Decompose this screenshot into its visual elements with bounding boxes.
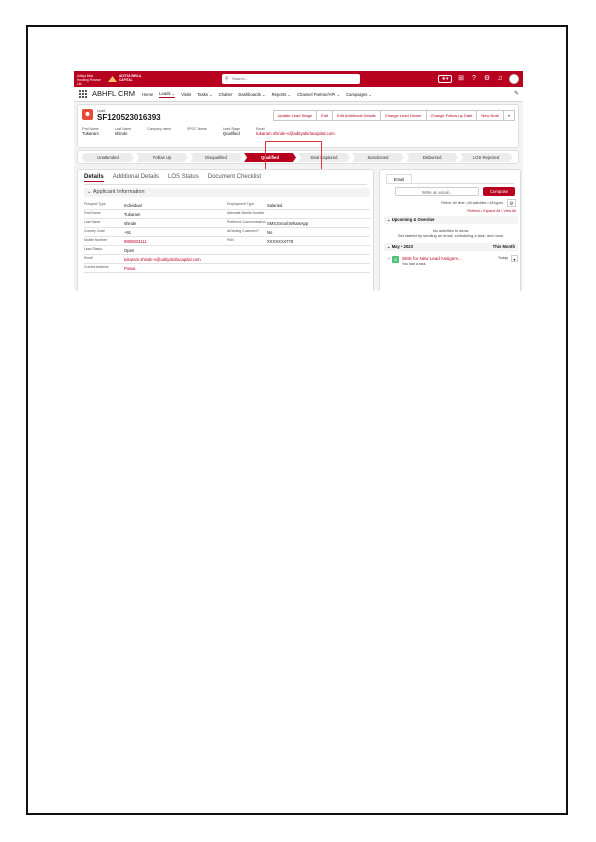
task-menu-icon[interactable]: ▾: [511, 255, 518, 262]
tab-los-status[interactable]: LOS Status: [168, 174, 199, 182]
field-company-name: Company name: [147, 127, 172, 131]
activity-item[interactable]: › ☑ SMS for New Lead Assignm... You had …: [388, 255, 518, 269]
app-launcher-icon[interactable]: [79, 90, 87, 98]
search-placeholder: Search...: [232, 76, 249, 81]
path-step-disqualified[interactable]: Disqualified: [190, 153, 242, 162]
chevron-down-icon: ⌄: [87, 189, 92, 195]
details-panel: Details Additional Details LOS Status Do…: [77, 169, 374, 291]
crm-screenshot: Aditya Birla Housing Finance Ltd. ADITYA…: [74, 71, 523, 291]
path-step-sanctioned[interactable]: Sanctioned: [352, 153, 404, 162]
record-title: SF120523016393: [97, 113, 161, 122]
chevron-down-icon: ⌄: [387, 217, 391, 222]
search-icon: ⚲: [225, 76, 229, 82]
global-search-input[interactable]: ⚲ Search...: [222, 74, 360, 84]
upcoming-overdue-header[interactable]: ⌄ Upcoming & Overdue: [384, 216, 518, 224]
add-icon[interactable]: ⊞: [457, 75, 465, 83]
nav-item-tasks[interactable]: Tasks ⌄: [197, 92, 212, 97]
nav-item-dashboards[interactable]: Dashboards ⌄: [238, 92, 265, 97]
logo-mark-icon: [108, 76, 117, 82]
activity-filters[interactable]: Filters: All time • All activities • All…: [441, 201, 503, 205]
path-step-follow-up[interactable]: Follow Up: [136, 153, 188, 162]
edit-button[interactable]: Edit: [316, 110, 333, 121]
nav-item-campaigns[interactable]: Campaigns ⌄: [346, 92, 372, 97]
field-email: Email tukaram.shinde-v@adityabirlacapita…: [256, 127, 335, 136]
field-row: Email tukaram.shinde-v@adityabirlacapital…: [84, 255, 370, 264]
nav-item-chatter[interactable]: Chatter: [219, 92, 233, 97]
tab-additional-details[interactable]: Additional Details: [113, 174, 159, 182]
nav-item-visits[interactable]: Visits: [181, 92, 191, 97]
more-actions-icon[interactable]: ▾: [502, 110, 515, 121]
section-applicant-information[interactable]: ⌄ Applicant Information: [84, 188, 370, 197]
task-date: Today: [497, 256, 508, 260]
field-row: Country Code +91 isExisting Customer? No: [84, 228, 370, 237]
activity-panel: Email Write an email... Compose Filters:…: [379, 169, 521, 291]
month-group-header[interactable]: ⌄ May • 2023 This Month: [384, 243, 518, 251]
task-description: You had a task: [402, 262, 426, 266]
highlight-fields: First Name Tukaram Last Name shinde Comp…: [82, 127, 351, 136]
edit-nav-icon[interactable]: ✎: [514, 90, 519, 97]
app-name: ABHFL CRM: [92, 89, 136, 98]
tab-details[interactable]: Details: [84, 174, 104, 182]
get-started-text: Get started by sending an email, schedul…: [397, 233, 505, 238]
field-row: Last Name shinde Preferred Communication S…: [84, 219, 370, 228]
path-step-disbursed[interactable]: Disbursed: [406, 153, 458, 162]
help-icon[interactable]: ?: [470, 75, 478, 83]
company-logo[interactable]: ADITYA BIRLA CAPITAL: [108, 74, 141, 84]
settings-icon[interactable]: ⚙: [483, 75, 491, 83]
change-lead-owner-button[interactable]: Change Lead Owner: [379, 110, 427, 121]
edit-additional-details-button[interactable]: Edit Additional Details: [331, 110, 381, 121]
lead-icon: ☻: [82, 109, 93, 120]
logo-line-2: CAPITAL: [119, 78, 133, 82]
tab-divider: [84, 184, 367, 185]
activity-links[interactable]: Refresh • Expand All • View All: [467, 209, 516, 213]
action-buttons: Update Lead Stage Edit Edit Additional D…: [272, 110, 515, 121]
email-input[interactable]: Write an email...: [395, 187, 479, 196]
field-last-name: Last Name shinde: [114, 127, 132, 136]
favorites-icon[interactable]: ★▾: [438, 75, 452, 83]
change-follow-up-date-button[interactable]: Change Follow up Date: [425, 110, 478, 121]
new-note-button[interactable]: New Note: [476, 110, 504, 121]
activity-tab-divider: [386, 183, 514, 184]
task-title[interactable]: SMS for New Lead Assignm...: [402, 256, 462, 261]
compose-button[interactable]: Compose: [483, 187, 515, 196]
field-row: Mobile Number 9850834111 PAN XXXXXX4778: [84, 237, 370, 246]
app-navigation: ABHFL CRM Home Leads ⌄ Visits Tasks ⌄ Ch…: [74, 87, 523, 102]
nav-item-home[interactable]: Home: [142, 92, 153, 97]
notifications-icon[interactable]: ♫: [496, 75, 504, 83]
chevron-right-icon[interactable]: ›: [388, 256, 390, 262]
nav-items: Home Leads ⌄ Visits Tasks ⌄ Chatter Dash…: [142, 87, 372, 101]
field-row: Current Address Powai: [84, 264, 370, 273]
chevron-down-icon: ⌄: [387, 244, 391, 249]
path-step-los-rejected[interactable]: LOS Rejected: [460, 153, 512, 162]
gear-icon[interactable]: ⚙: [507, 199, 516, 207]
path-step-unattended[interactable]: Unattended: [82, 153, 134, 162]
tab-document-checklist[interactable]: Document Checklist: [208, 174, 261, 182]
brand-name: Aditya Birla Housing Finance Ltd.: [77, 74, 101, 86]
update-lead-stage-button[interactable]: Update Lead Stage: [272, 110, 318, 121]
field-row: First Name Tukaram Alternate Mobile Numbe…: [84, 210, 370, 219]
task-icon: ☑: [392, 256, 399, 263]
global-header: Aditya Birla Housing Finance Ltd. ADITYA…: [74, 71, 523, 87]
nav-item-reports[interactable]: Reports ⌄: [272, 92, 291, 97]
field-row: Prospect Type Individual Employment Type S…: [84, 201, 370, 210]
avatar[interactable]: [509, 74, 519, 84]
field-row: Lead Status Open: [84, 246, 370, 255]
field-lead-stage: Lead Stage Qualified: [222, 127, 241, 136]
field-spoc-name: SPOC Name: [187, 127, 207, 131]
nav-item-leads[interactable]: Leads ⌄: [159, 91, 176, 98]
field-first-name: First Name Tukaram: [82, 127, 99, 136]
nav-item-channel-partner[interactable]: Channel Partner/API ⌄: [297, 92, 340, 97]
field-grid: Prospect Type Individual Employment Type S…: [84, 201, 370, 273]
